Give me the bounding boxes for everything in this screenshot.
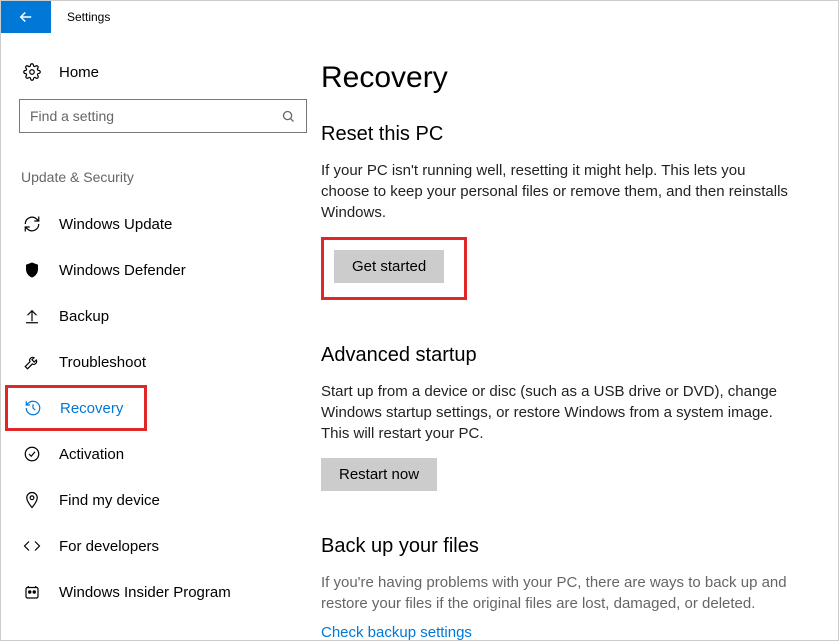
backup-title: Back up your files [321,535,828,558]
check-circle-icon [23,445,41,463]
sidebar-item-windows-update[interactable]: Windows Update [19,201,305,247]
arrow-left-icon [17,8,35,26]
sync-icon [23,215,41,233]
search-icon [281,109,296,124]
home-link[interactable]: Home [19,63,305,81]
reset-desc: If your PC isn't running well, resetting… [321,160,791,223]
backup-desc: If you're having problems with your PC, … [321,572,811,614]
sidebar-item-find-my-device[interactable]: Find my device [19,477,305,523]
sidebar-item-backup[interactable]: Backup [19,293,305,339]
reset-button-highlight: Get started [321,237,467,300]
sidebar-item-windows-defender[interactable]: Windows Defender [19,247,305,293]
window-title: Settings [67,10,110,24]
search-box[interactable] [19,99,307,133]
insider-icon [23,583,41,601]
wrench-icon [23,353,41,371]
code-icon [23,537,41,555]
sidebar-item-label: Recovery [60,400,123,417]
page-title: Recovery [321,61,828,95]
advanced-title: Advanced startup [321,344,828,367]
sidebar-item-windows-insider[interactable]: Windows Insider Program [19,569,305,615]
titlebar: Settings [1,1,838,33]
sidebar-item-recovery[interactable]: Recovery [5,385,147,431]
upload-icon [23,307,41,325]
get-started-button[interactable]: Get started [334,250,444,283]
content-panel: Recovery Reset this PC If your PC isn't … [321,33,838,640]
sidebar-item-label: Windows Insider Program [59,584,231,601]
category-label: Update & Security [19,169,305,185]
sidebar-item-label: Backup [59,308,109,325]
sidebar-item-for-developers[interactable]: For developers [19,523,305,569]
sidebar-item-troubleshoot[interactable]: Troubleshoot [19,339,305,385]
sidebar-item-activation[interactable]: Activation [19,431,305,477]
reset-title: Reset this PC [321,123,828,146]
back-button[interactable] [1,1,51,33]
sidebar-item-label: Windows Update [59,216,172,233]
home-label: Home [59,64,99,81]
restart-now-button[interactable]: Restart now [321,458,437,491]
check-backup-link[interactable]: Check backup settings [321,624,472,641]
sidebar-item-label: For developers [59,538,159,555]
shield-icon [23,261,41,279]
sidebar-item-label: Find my device [59,492,160,509]
search-input[interactable] [30,108,281,124]
history-icon [24,399,42,417]
sidebar-item-label: Activation [59,446,124,463]
location-icon [23,491,41,509]
advanced-desc: Start up from a device or disc (such as … [321,381,791,444]
sidebar-item-label: Troubleshoot [59,354,146,371]
sidebar-item-label: Windows Defender [59,262,186,279]
sidebar: Home Update & Security Windows Update Wi… [1,33,321,640]
gear-icon [23,63,41,81]
